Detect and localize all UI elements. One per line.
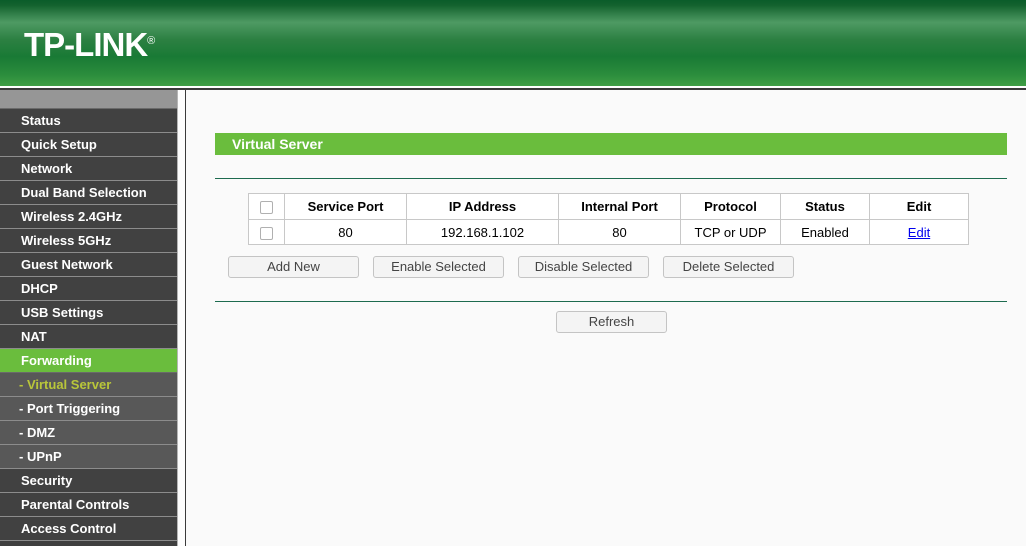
table-header-row: Service Port IP Address Internal Port Pr… <box>248 193 969 220</box>
column-header-ip-address: IP Address <box>406 193 559 220</box>
cell-internal-port: 80 <box>558 219 681 245</box>
cell-protocol: TCP or UDP <box>680 219 781 245</box>
enable-selected-button[interactable]: Enable Selected <box>373 256 504 278</box>
brand-name: TP-LINK <box>24 26 148 63</box>
page-body: Status Quick Setup Network Dual Band Sel… <box>0 90 1026 546</box>
sidebar-item-usb-settings[interactable]: USB Settings <box>0 301 177 325</box>
table-action-buttons: Add New Enable Selected Disable Selected… <box>228 256 1008 278</box>
column-header-status: Status <box>780 193 870 220</box>
refresh-button[interactable]: Refresh <box>556 311 667 333</box>
sidebar-item-label: - Virtual Server <box>19 377 112 392</box>
sidebar-item-label: - UPnP <box>19 449 62 464</box>
sidebar-item-dual-band-selection[interactable]: Dual Band Selection <box>0 181 177 205</box>
sidebar-item-wireless-24ghz[interactable]: Wireless 2.4GHz <box>0 205 177 229</box>
sidebar-item-label: Guest Network <box>21 257 113 272</box>
sidebar-item-label: Security <box>21 473 73 488</box>
sidebar-item-port-triggering[interactable]: - Port Triggering <box>0 397 177 421</box>
sidebar-item-guest-network[interactable]: Guest Network <box>0 253 177 277</box>
sidebar-item-label: Dual Band Selection <box>21 185 147 200</box>
column-header-service-port: Service Port <box>284 193 407 220</box>
sidebar-item-label: - DMZ <box>19 425 56 440</box>
cell-service-port: 80 <box>284 219 407 245</box>
sidebar-top-spacer <box>0 90 177 109</box>
select-all-checkbox[interactable] <box>260 201 273 215</box>
column-header-select-all <box>248 193 285 220</box>
cell-ip-address: 192.168.1.102 <box>406 219 559 245</box>
sidebar-item-status[interactable]: Status <box>0 109 177 133</box>
sidebar-item-virtual-server[interactable]: - Virtual Server <box>0 373 177 397</box>
cell-status: Enabled <box>780 219 870 245</box>
sidebar-item-label: Network <box>21 161 73 176</box>
sidebar-item-security[interactable]: Security <box>0 469 177 493</box>
main-content: Virtual Server Service Port IP Address I… <box>187 90 1026 546</box>
sidebar-item-dhcp[interactable]: DHCP <box>0 277 177 301</box>
sidebar-item-label: Forwarding <box>21 353 92 368</box>
virtual-server-table: Service Port IP Address Internal Port Pr… <box>248 193 969 245</box>
sidebar-item-label: Parental Controls <box>21 497 130 512</box>
sidebar-item-label: USB Settings <box>21 305 104 320</box>
sidebar-item-network[interactable]: Network <box>0 157 177 181</box>
column-header-protocol: Protocol <box>680 193 781 220</box>
cell-edit: Edit <box>869 219 969 245</box>
sidebar-item-label: NAT <box>21 329 47 344</box>
sidebar-nav: Status Quick Setup Network Dual Band Sel… <box>0 90 177 546</box>
sidebar-item-label: Wireless 5GHz <box>21 233 112 248</box>
add-new-button[interactable]: Add New <box>228 256 359 278</box>
sidebar-item-dmz[interactable]: - DMZ <box>0 421 177 445</box>
registered-trademark-icon: ® <box>147 35 156 47</box>
sidebar-item-upnp[interactable]: - UPnP <box>0 445 177 469</box>
column-header-internal-port: Internal Port <box>558 193 681 220</box>
disable-selected-button[interactable]: Disable Selected <box>518 256 649 278</box>
sidebar-item-wireless-5ghz[interactable]: Wireless 5GHz <box>0 229 177 253</box>
sidebar-item-label: - Port Triggering <box>19 401 121 416</box>
row-select-cell <box>248 219 285 245</box>
separator-bottom <box>215 301 1007 302</box>
sidebar-item-label: DHCP <box>21 281 58 296</box>
delete-selected-button[interactable]: Delete Selected <box>663 256 794 278</box>
sidebar-item-label: Wireless 2.4GHz <box>21 209 123 224</box>
app-header: TP-LINK® <box>0 0 1026 86</box>
sidebar-item-quick-setup[interactable]: Quick Setup <box>0 133 177 157</box>
table-row: 80 192.168.1.102 80 TCP or UDP Enabled E… <box>248 219 969 245</box>
row-checkbox[interactable] <box>260 226 273 240</box>
sidebar-item-label: Quick Setup <box>21 137 97 152</box>
separator-top <box>215 178 1007 179</box>
sidebar-item-label: Access Control <box>21 521 117 536</box>
sidebar-item-access-control[interactable]: Access Control <box>0 517 177 541</box>
tp-link-logo: TP-LINK® <box>24 28 155 61</box>
sidebar-item-label: Status <box>21 113 61 128</box>
column-header-edit: Edit <box>869 193 969 220</box>
sidebar-divider <box>177 90 186 546</box>
page-title: Virtual Server <box>215 133 1007 155</box>
sidebar-item-forwarding[interactable]: Forwarding <box>0 349 177 373</box>
edit-link[interactable]: Edit <box>908 225 930 240</box>
sidebar-item-parental-controls[interactable]: Parental Controls <box>0 493 177 517</box>
sidebar-item-nat[interactable]: NAT <box>0 325 177 349</box>
